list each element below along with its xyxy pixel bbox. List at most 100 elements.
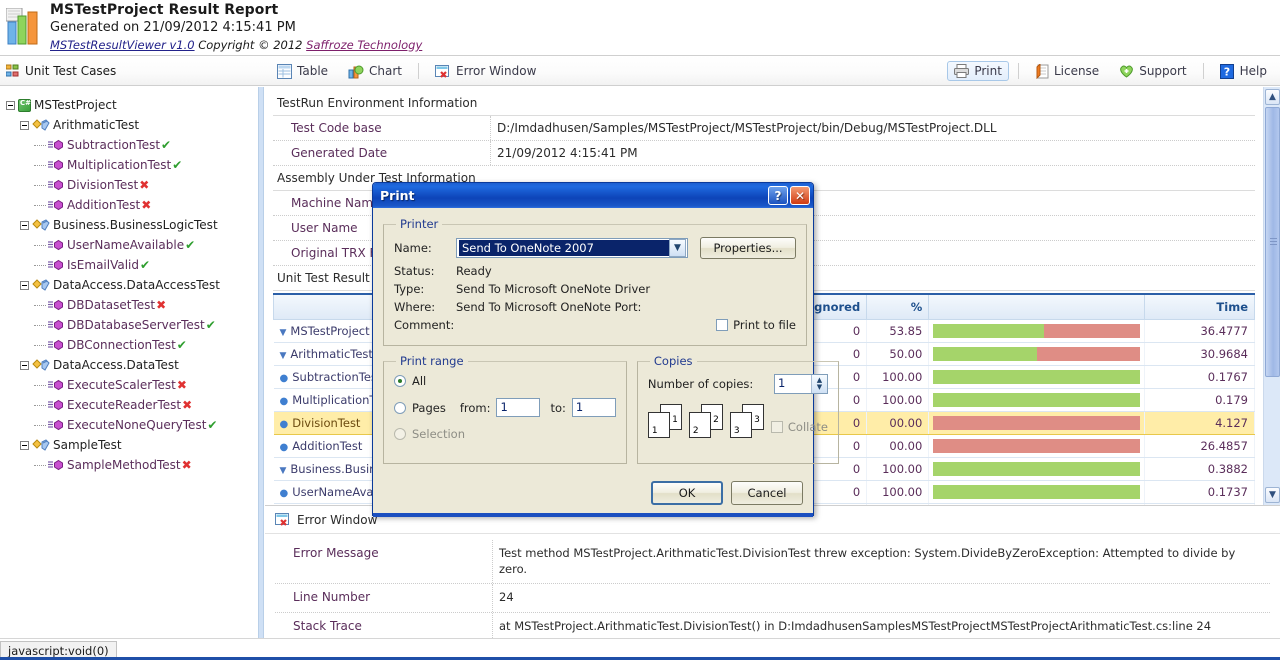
tree-line [34, 345, 46, 346]
radio-pages-icon[interactable] [394, 402, 406, 414]
dialog-help-icon[interactable]: ? [768, 186, 788, 205]
tree-node-divisiontest[interactable]: DivisionTest✖ [6, 175, 220, 195]
class-icon [32, 279, 50, 292]
panel-splitter[interactable] [258, 87, 264, 660]
range-from-input[interactable]: 1 [496, 398, 540, 417]
pass-fail-bar [933, 439, 1139, 453]
print-button[interactable]: Print [947, 61, 1009, 81]
tree-node-subtractiontest[interactable]: SubtractionTest✔ [6, 135, 220, 155]
print-dialog[interactable]: Print ? ✕ Printer Name: Send To OneNote … [372, 182, 814, 516]
tree-node-samplemethodtest[interactable]: SampleMethodTest✖ [6, 455, 220, 475]
tree-line [34, 425, 46, 426]
tree-line [34, 265, 46, 266]
support-button-label: Support [1139, 64, 1186, 78]
sheet-3-front-number: 3 [734, 426, 740, 436]
print-to-file-label: Print to file [733, 318, 796, 332]
tree-node-executescalertest[interactable]: ExecuteScalerTest✖ [6, 375, 220, 395]
help-button[interactable]: ? Help [1213, 61, 1274, 82]
vertical-scrollbar[interactable]: ▲ ▼ [1263, 87, 1280, 505]
pass-fail-bar [933, 416, 1139, 430]
print-dialog-titlebar[interactable]: Print ? ✕ [373, 183, 813, 208]
copies-input[interactable]: 1 [775, 375, 811, 393]
report-header: MSTestProject Result Report Generated on… [0, 0, 1280, 56]
scrollbar-thumb[interactable] [1265, 107, 1280, 377]
ok-button[interactable]: OK [651, 481, 723, 505]
tree-line [34, 165, 46, 166]
error-window-icon [435, 64, 451, 79]
pass-check-icon: ✔ [161, 138, 171, 152]
product-link[interactable]: MSTestResultViewer v1.0 [50, 38, 195, 52]
tree-expander-icon[interactable] [20, 361, 29, 370]
row-expander-icon[interactable]: ▼ [280, 328, 287, 338]
tree-node-executereadertest[interactable]: ExecuteReaderTest✖ [6, 395, 220, 415]
range-copies-row: Print range All Pages from: 1 to: 1 [383, 354, 803, 472]
tree-node-additiontest[interactable]: AdditionTest✖ [6, 195, 220, 215]
stepper-arrows-icon[interactable]: ▲▼ [811, 375, 827, 393]
unit-test-cases-label: Unit Test Cases [25, 64, 116, 78]
copyright-line: MSTestResultViewer v1.0 Copyright © 2012… [50, 38, 422, 52]
cell-progress [929, 412, 1144, 435]
test-case-tree-panel[interactable]: MSTestProjectArithmaticTestSubtractionTe… [0, 87, 258, 634]
row-expander-icon[interactable]: ▼ [280, 466, 287, 476]
printer-select[interactable]: Send To OneNote 2007 ▼ [456, 238, 688, 258]
tree-node-dbdatasettest[interactable]: DBDatasetTest✖ [6, 295, 220, 315]
dialog-close-icon[interactable]: ✕ [790, 186, 810, 205]
tree-node-executenonequerytest[interactable]: ExecuteNoneQueryTest✔ [6, 415, 220, 435]
tree-node-dataaccess-dataaccesstest[interactable]: DataAccess.DataAccessTest [6, 275, 220, 295]
scroll-up-icon[interactable]: ▲ [1265, 89, 1280, 105]
tree-node-business-businesslogictest[interactable]: Business.BusinessLogicTest [6, 215, 220, 235]
tree-node-isemailvalid[interactable]: IsEmailValid✔ [6, 255, 220, 275]
environment-value: D:/Imdadhusen/Samples/MSTestProject/MSTe… [491, 116, 1255, 140]
tree-node-dbdatabaseservertest[interactable]: DBDatabaseServerTest✔ [6, 315, 220, 335]
tree-node-label: UserNameAvailable [67, 238, 184, 252]
tree-node-usernameavailable[interactable]: UserNameAvailable✔ [6, 235, 220, 255]
col-progress[interactable] [929, 294, 1144, 320]
row-bullet-icon: ● [280, 373, 289, 384]
print-range-legend: Print range [396, 354, 468, 368]
print-dialog-body: Printer Name: Send To OneNote 2007 ▼ Pro… [373, 208, 813, 517]
range-all-radio[interactable]: All [394, 374, 616, 388]
print-to-file-checkbox[interactable]: Print to file [716, 318, 796, 332]
cancel-button[interactable]: Cancel [731, 481, 803, 505]
tree-expander-icon[interactable] [20, 221, 29, 230]
toolbar-right: Print License Support [947, 56, 1274, 86]
error-detail-rows: Error MessageTest method MSTestProject.A… [265, 534, 1280, 641]
col-percent[interactable]: % [867, 294, 929, 320]
page-title: MSTestProject Result Report [50, 2, 278, 18]
tree-node-sampletest[interactable]: SampleTest [6, 435, 220, 455]
heart-support-icon [1119, 64, 1134, 78]
license-button[interactable]: License [1028, 61, 1106, 82]
copies-stepper[interactable]: 1 ▲▼ [774, 374, 828, 394]
properties-button[interactable]: Properties... [700, 237, 796, 259]
col-time[interactable]: Time [1144, 294, 1254, 320]
row-expander-icon[interactable]: ▼ [280, 351, 287, 361]
range-to-input[interactable]: 1 [572, 398, 616, 417]
tree-expander-icon[interactable] [20, 121, 29, 130]
tree-expander-icon[interactable] [20, 441, 29, 450]
printer-name-label: Name: [394, 241, 456, 255]
tree-node-label: DataAccess.DataTest [53, 358, 179, 372]
tab-error-window[interactable]: Error Window [428, 61, 543, 82]
chevron-down-icon[interactable]: ▼ [669, 239, 686, 257]
support-button[interactable]: Support [1112, 61, 1193, 81]
printer-icon [954, 64, 969, 78]
environment-rows: Test Code baseD:/Imdadhusen/Samples/MSTe… [273, 116, 1255, 166]
range-pages-label[interactable]: Pages [412, 401, 446, 415]
tree-line [34, 385, 46, 386]
tree-expander-icon[interactable] [20, 281, 29, 290]
tree-node-mstestproject[interactable]: MSTestProject [6, 95, 220, 115]
fail-cross-icon: ✖ [182, 458, 192, 472]
tab-table[interactable]: Table [270, 61, 335, 82]
tree-node-dataaccess-datatest[interactable]: DataAccess.DataTest [6, 355, 220, 375]
scroll-down-icon[interactable]: ▼ [1265, 487, 1280, 503]
tab-chart[interactable]: Chart [341, 61, 409, 82]
tree-line [34, 465, 46, 466]
tree-expander-icon[interactable] [6, 101, 15, 110]
vendor-link[interactable]: Saffroze Technology [306, 38, 422, 52]
tree-node-multiplicationtest[interactable]: MultiplicationTest✔ [6, 155, 220, 175]
app-logo-icon [6, 8, 42, 46]
tree-node-dbconnectiontest[interactable]: DBConnectionTest✔ [6, 335, 220, 355]
test-case-tree[interactable]: MSTestProjectArithmaticTestSubtractionTe… [6, 95, 220, 475]
bar-pass-segment [933, 462, 1139, 476]
tree-node-arithmatictest[interactable]: ArithmaticTest [6, 115, 220, 135]
